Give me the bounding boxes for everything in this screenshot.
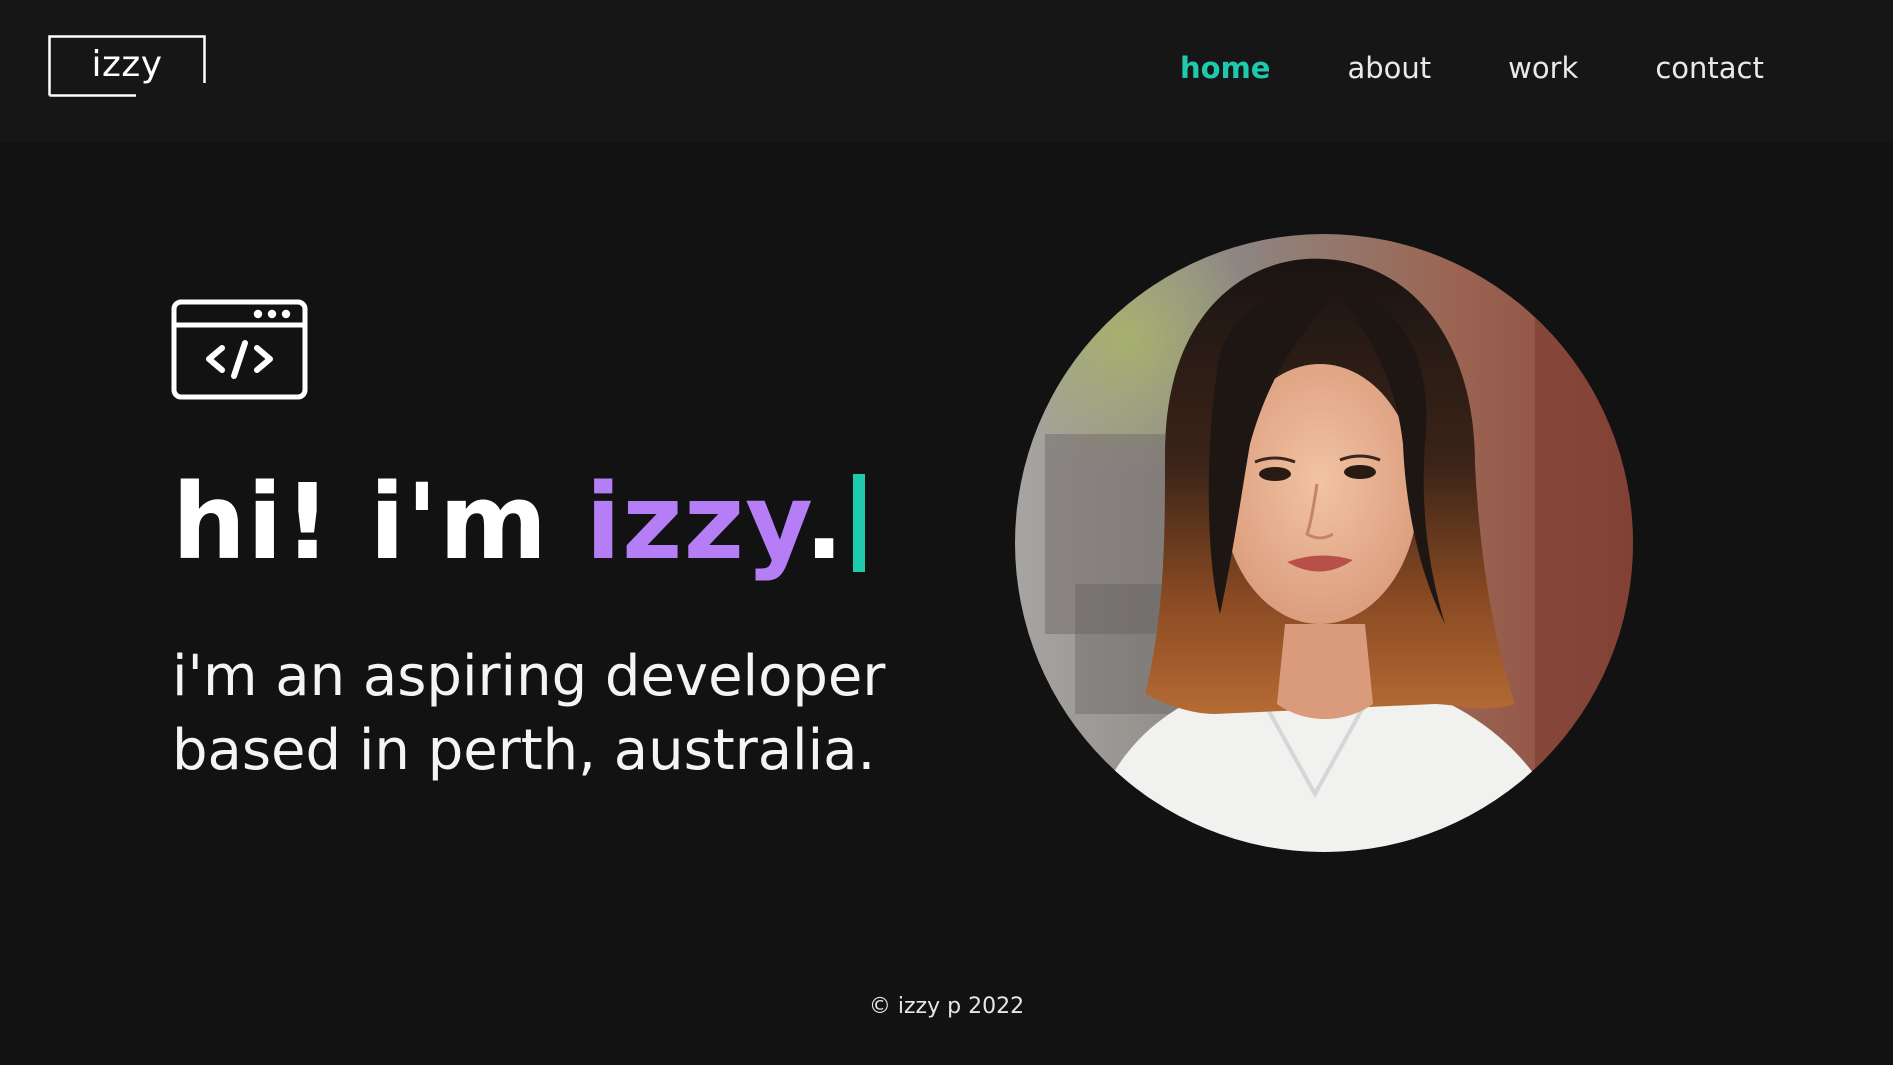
profile-photo <box>1015 234 1633 852</box>
code-window-icon <box>171 299 308 400</box>
copyright-text: © izzy p 2022 <box>868 994 1025 1019</box>
typing-cursor <box>852 474 865 572</box>
hero-headline: hi! i'm izzy. <box>172 462 865 582</box>
tagline-line-2: based in perth, australia. <box>172 718 876 783</box>
main-nav: home about work contact <box>1180 44 1764 92</box>
logo[interactable]: izzy <box>48 35 206 97</box>
profile-photo-illustration <box>1015 234 1633 852</box>
headline-prefix: hi! i'm <box>172 461 586 583</box>
hero-tagline: i'm an aspiring developer based in perth… <box>172 640 932 788</box>
headline-name: izzy <box>585 461 805 583</box>
site-footer: © izzy p 2022 <box>0 994 1893 1019</box>
nav-item-work[interactable]: work <box>1508 51 1578 85</box>
site-header: izzy home about work contact <box>0 0 1893 142</box>
headline-dot: . <box>804 461 845 583</box>
nav-item-contact[interactable]: contact <box>1655 51 1764 85</box>
nav-item-about[interactable]: about <box>1347 51 1431 85</box>
logo-text: izzy <box>91 44 163 85</box>
nav-item-home[interactable]: home <box>1180 51 1270 85</box>
tagline-line-1: i'm an aspiring developer <box>172 644 886 709</box>
